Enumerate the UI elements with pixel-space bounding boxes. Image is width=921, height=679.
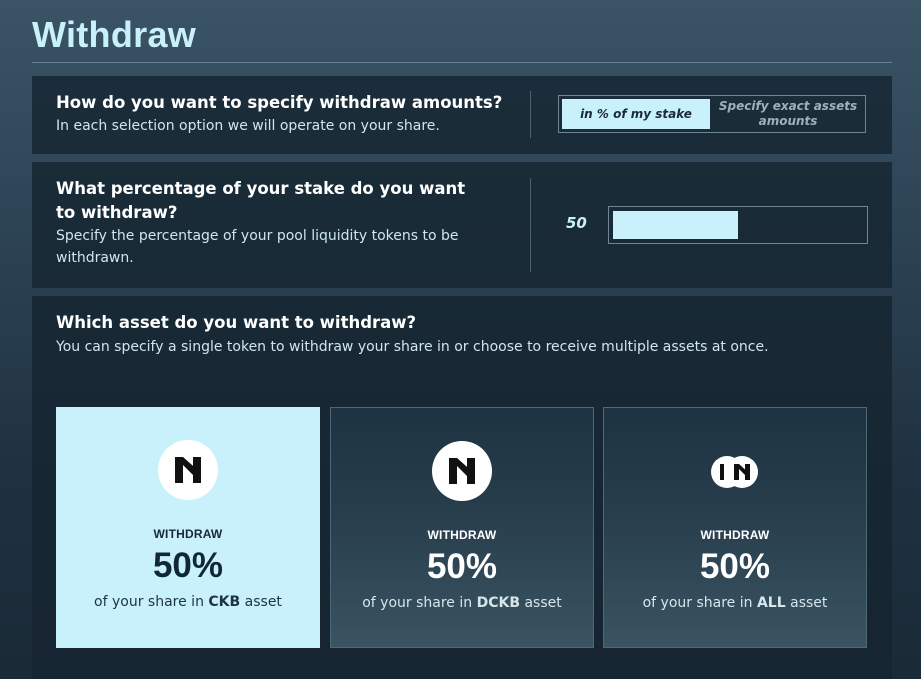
asset-action-label: WITHDRAW <box>153 527 223 541</box>
asset-question: Which asset do you want to withdraw? <box>56 313 417 332</box>
asset-description: of your share in CKB asset <box>56 594 320 610</box>
asset-desc-suffix: asset <box>790 595 828 611</box>
mode-option-percent-stake[interactable]: in % of my stake <box>562 99 710 129</box>
asset-option-dckb[interactable]: WITHDRAW 50% of your share in DCKB asset <box>330 407 594 648</box>
asset-desc-prefix: of your share in <box>642 595 753 611</box>
mode-question: How do you want to specify withdraw amou… <box>56 93 503 112</box>
percentage-subtitle: Specify the percentage of your pool liqu… <box>56 228 459 266</box>
asset-description: of your share in ALL asset <box>604 595 866 611</box>
asset-subtitle: You can specify a single token to withdr… <box>56 339 769 355</box>
withdraw-mode-toggle: in % of my stake Specify exact assets am… <box>558 95 866 133</box>
asset-desc-prefix: of your share in <box>94 594 204 610</box>
asset-desc-suffix: asset <box>244 594 282 610</box>
asset-description: of your share in DCKB asset <box>331 595 593 611</box>
percentage-value: 50 <box>566 214 587 232</box>
all-assets-icon <box>711 456 758 488</box>
asset-name: ALL <box>756 595 786 611</box>
asset-option-ckb[interactable]: WITHDRAW 50% of your share in CKB asset <box>56 407 320 648</box>
withdraw-percentage-card: What percentage of your stake do you wan… <box>32 162 892 288</box>
mode-subtitle: In each selection option we will operate… <box>56 118 440 134</box>
asset-name: CKB <box>208 594 241 610</box>
asset-desc-prefix: of your share in <box>362 595 473 611</box>
asset-action-label: WITHDRAW <box>700 528 770 542</box>
mode-option-exact-amounts[interactable]: Specify exact assets amounts <box>712 99 864 129</box>
page-title: Withdraw <box>32 14 197 55</box>
asset-action-label: WITHDRAW <box>427 528 497 542</box>
percentage-question: What percentage of your stake do you wan… <box>56 179 466 222</box>
asset-option-all[interactable]: WITHDRAW 50% of your share in ALL asset <box>603 407 867 648</box>
vertical-divider <box>530 178 531 272</box>
asset-desc-suffix: asset <box>524 595 562 611</box>
title-divider <box>32 62 892 63</box>
withdraw-asset-card: Which asset do you want to withdraw? You… <box>32 296 892 679</box>
percentage-slider[interactable] <box>608 206 868 244</box>
withdraw-mode-card: How do you want to specify withdraw amou… <box>32 76 892 154</box>
asset-percent: 50% <box>152 546 224 585</box>
percentage-slider-fill <box>613 211 738 239</box>
asset-percent: 50% <box>426 547 498 586</box>
nervos-ckb-icon <box>158 440 218 500</box>
asset-name: DCKB <box>476 595 521 611</box>
asset-percent: 50% <box>699 547 771 586</box>
nervos-dckb-icon <box>432 441 492 501</box>
vertical-divider <box>530 91 531 138</box>
